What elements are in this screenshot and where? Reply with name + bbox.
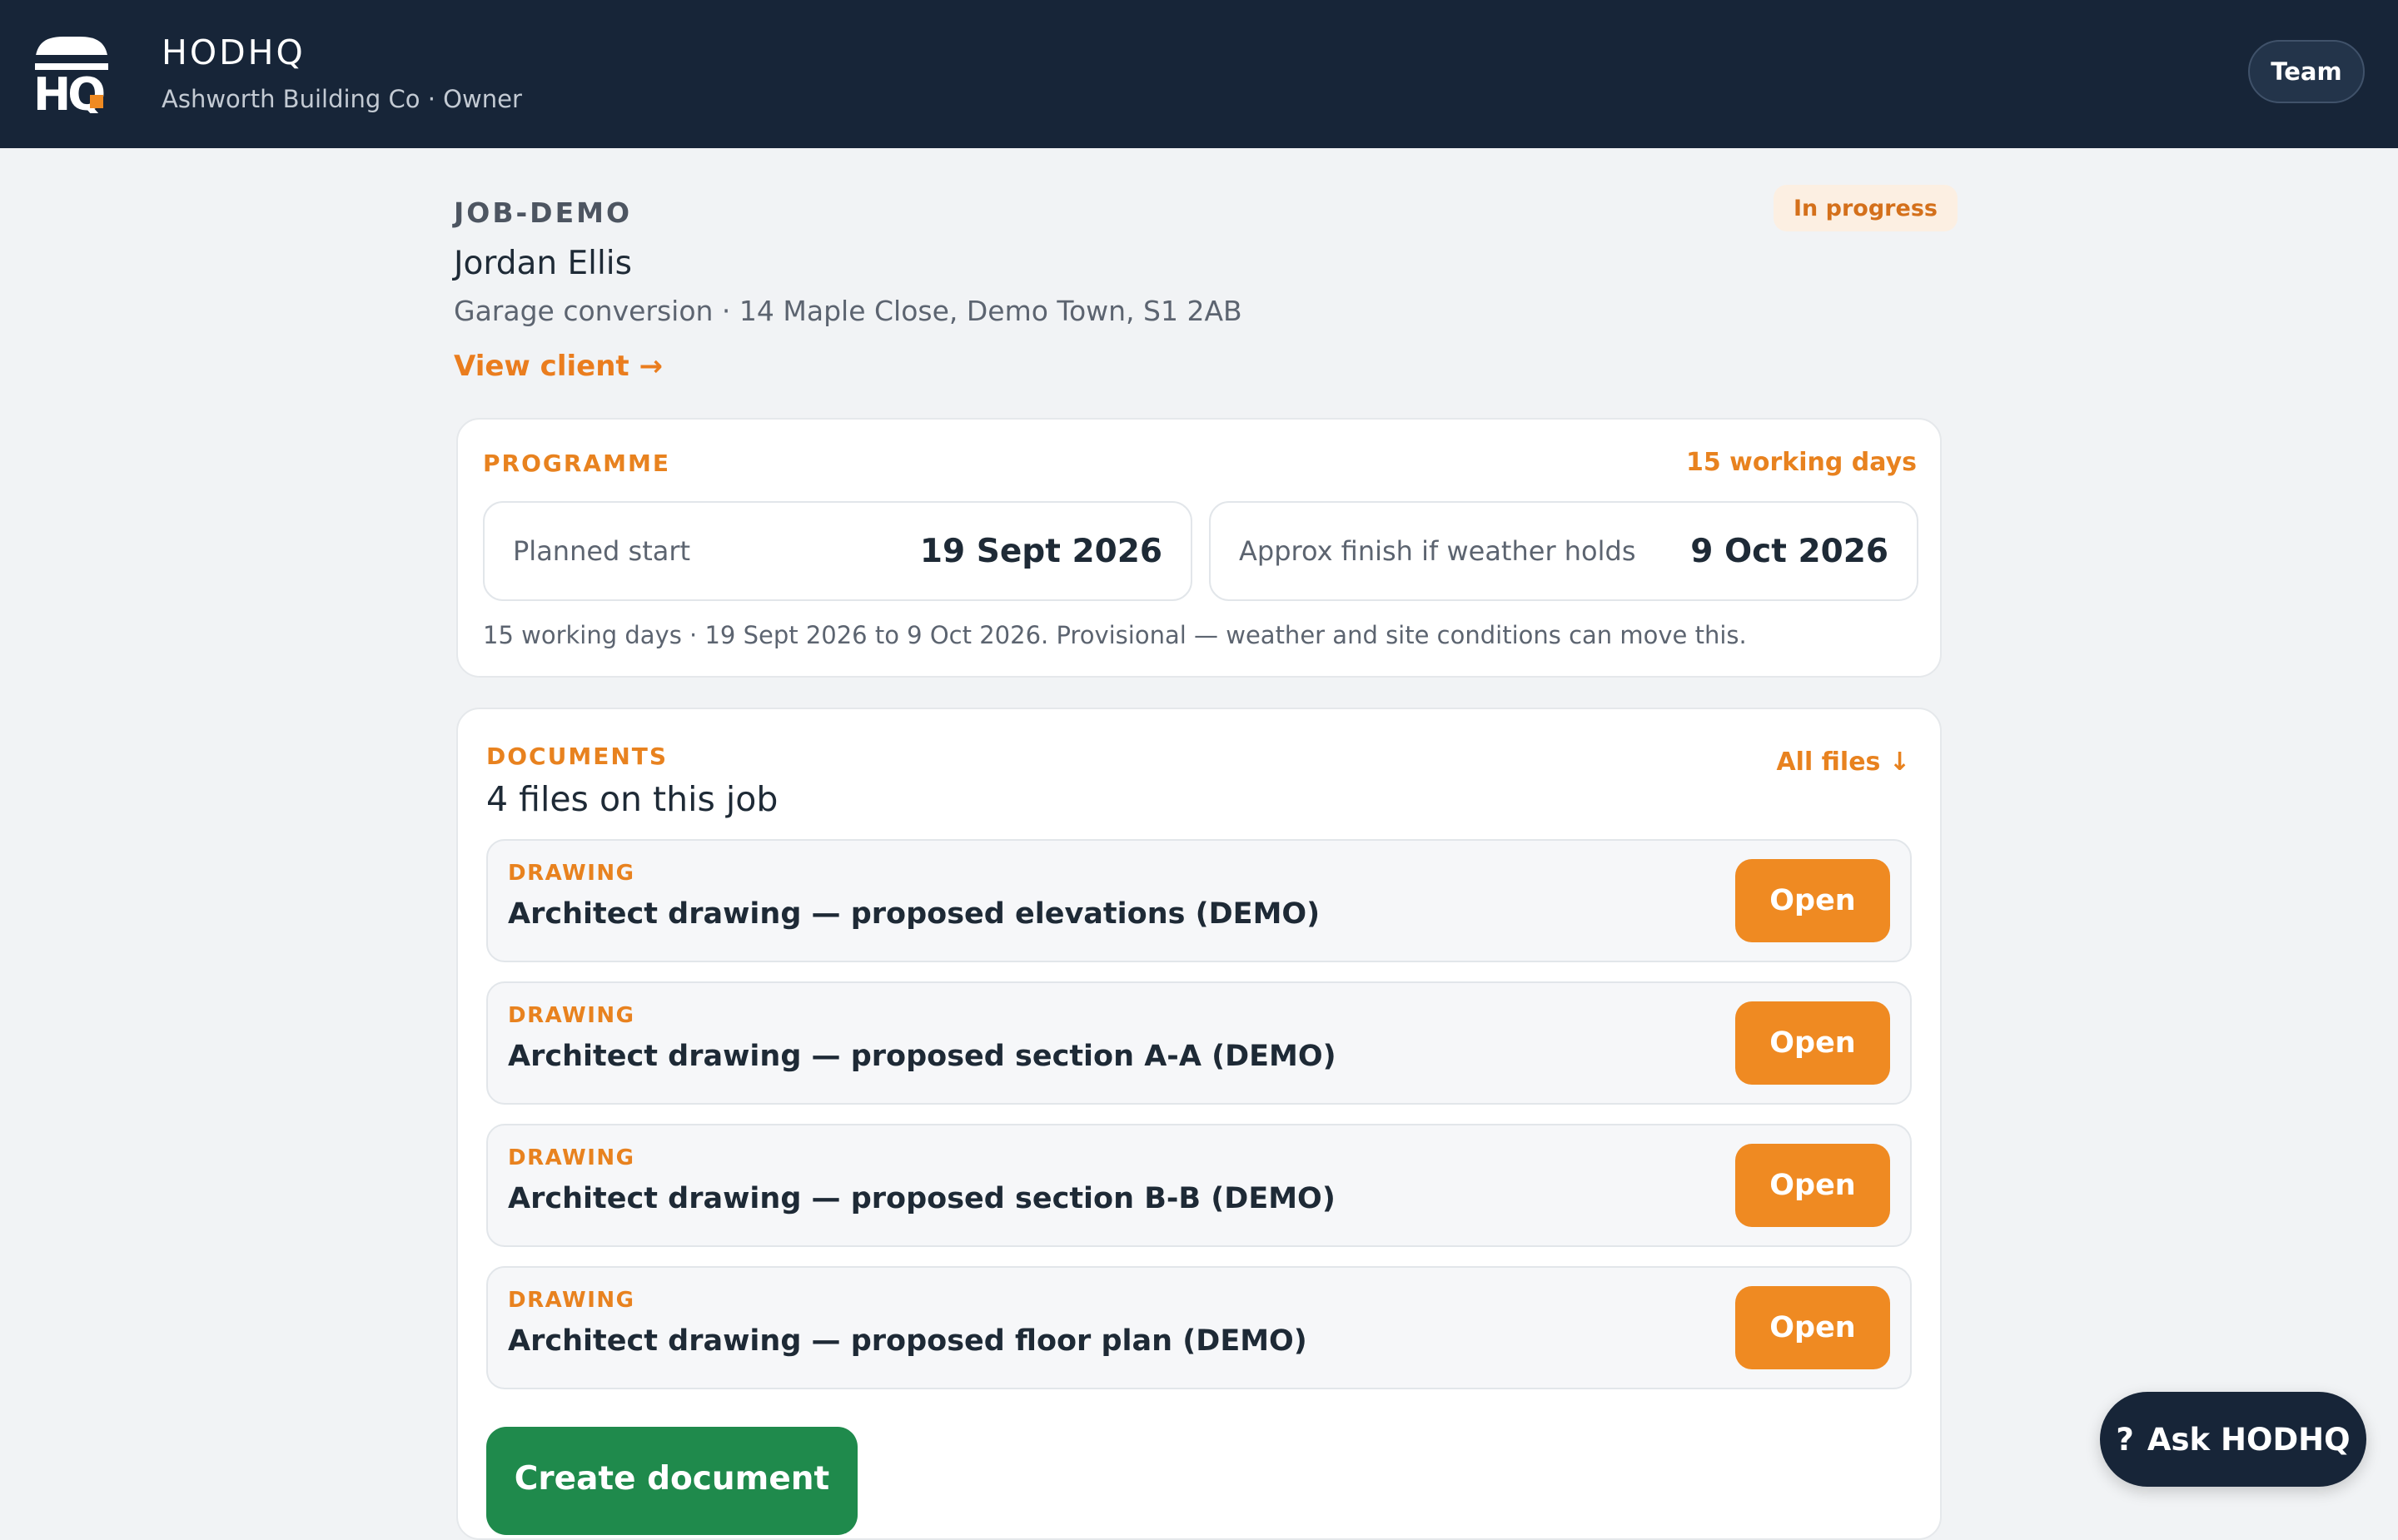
document-row: DRAWING Architect drawing — proposed flo… — [486, 1266, 1912, 1389]
documents-card: DOCUMENTS All files ↓ 4 files on this jo… — [456, 708, 1942, 1540]
programme-duration: 15 working days — [1685, 448, 1917, 477]
document-title: Architect drawing — proposed section B-B… — [508, 1182, 1336, 1215]
team-button[interactable]: Team — [2248, 40, 2365, 103]
document-type: DRAWING — [508, 1288, 635, 1313]
all-files-link[interactable]: All files ↓ — [1776, 748, 1910, 777]
help-question-icon: ? — [2116, 1421, 2134, 1458]
open-document-button[interactable]: Open — [1735, 1001, 1890, 1085]
create-document-button[interactable]: Create document — [486, 1427, 858, 1535]
client-name: Jordan Ellis — [454, 245, 632, 282]
programme-card: PROGRAMME 15 working days Planned start … — [456, 418, 1942, 678]
approx-finish-box: Approx finish if weather holds 9 Oct 202… — [1209, 501, 1918, 601]
brand-name: HODHQ — [162, 32, 306, 72]
document-title: Architect drawing — proposed floor plan … — [508, 1324, 1307, 1358]
document-count: 4 files on this job — [486, 779, 779, 819]
planned-start-box: Planned start 19 Sept 2026 — [483, 501, 1192, 601]
ask-hodhq-button[interactable]: ? Ask HODHQ — [2100, 1392, 2366, 1487]
planned-start-label: Planned start — [513, 535, 691, 567]
top-bar: HQ HODHQ Ashworth Building Co · Owner Te… — [0, 0, 2398, 148]
document-type: DRAWING — [508, 1003, 635, 1028]
brand-block: HODHQ Ashworth Building Co · Owner — [162, 32, 522, 116]
status-badge: In progress — [1774, 185, 1958, 231]
document-title: Architect drawing — proposed section A-A… — [508, 1040, 1336, 1073]
open-document-button[interactable]: Open — [1735, 1144, 1890, 1227]
approx-finish-label: Approx finish if weather holds — [1239, 535, 1636, 567]
document-type: DRAWING — [508, 861, 635, 886]
programme-note: 15 working days · 19 Sept 2026 to 9 Oct … — [483, 621, 1747, 649]
documents-label: DOCUMENTS — [486, 743, 669, 770]
hodhq-logo[interactable]: HQ — [32, 33, 112, 121]
job-description: Garage conversion · 14 Maple Close, Demo… — [454, 295, 1242, 327]
ask-hodhq-label: Ask HODHQ — [2147, 1421, 2351, 1458]
document-title: Architect drawing — proposed elevations … — [508, 897, 1321, 931]
document-row: DRAWING Architect drawing — proposed sec… — [486, 981, 1912, 1105]
document-row: DRAWING Architect drawing — proposed ele… — [486, 839, 1912, 962]
company-role: Ashworth Building Co · Owner — [162, 85, 522, 113]
document-type: DRAWING — [508, 1145, 635, 1170]
planned-start-date: 19 Sept 2026 — [919, 532, 1162, 570]
open-document-button[interactable]: Open — [1735, 859, 1890, 942]
view-client-link[interactable]: View client → — [454, 350, 663, 383]
logo-mark-icon: HQ — [33, 37, 108, 121]
document-row: DRAWING Architect drawing — proposed sec… — [486, 1124, 1912, 1247]
job-code: JOB-DEMO — [454, 196, 633, 229]
open-document-button[interactable]: Open — [1735, 1286, 1890, 1369]
approx-finish-date: 9 Oct 2026 — [1690, 532, 1888, 570]
programme-label: PROGRAMME — [483, 450, 670, 477]
